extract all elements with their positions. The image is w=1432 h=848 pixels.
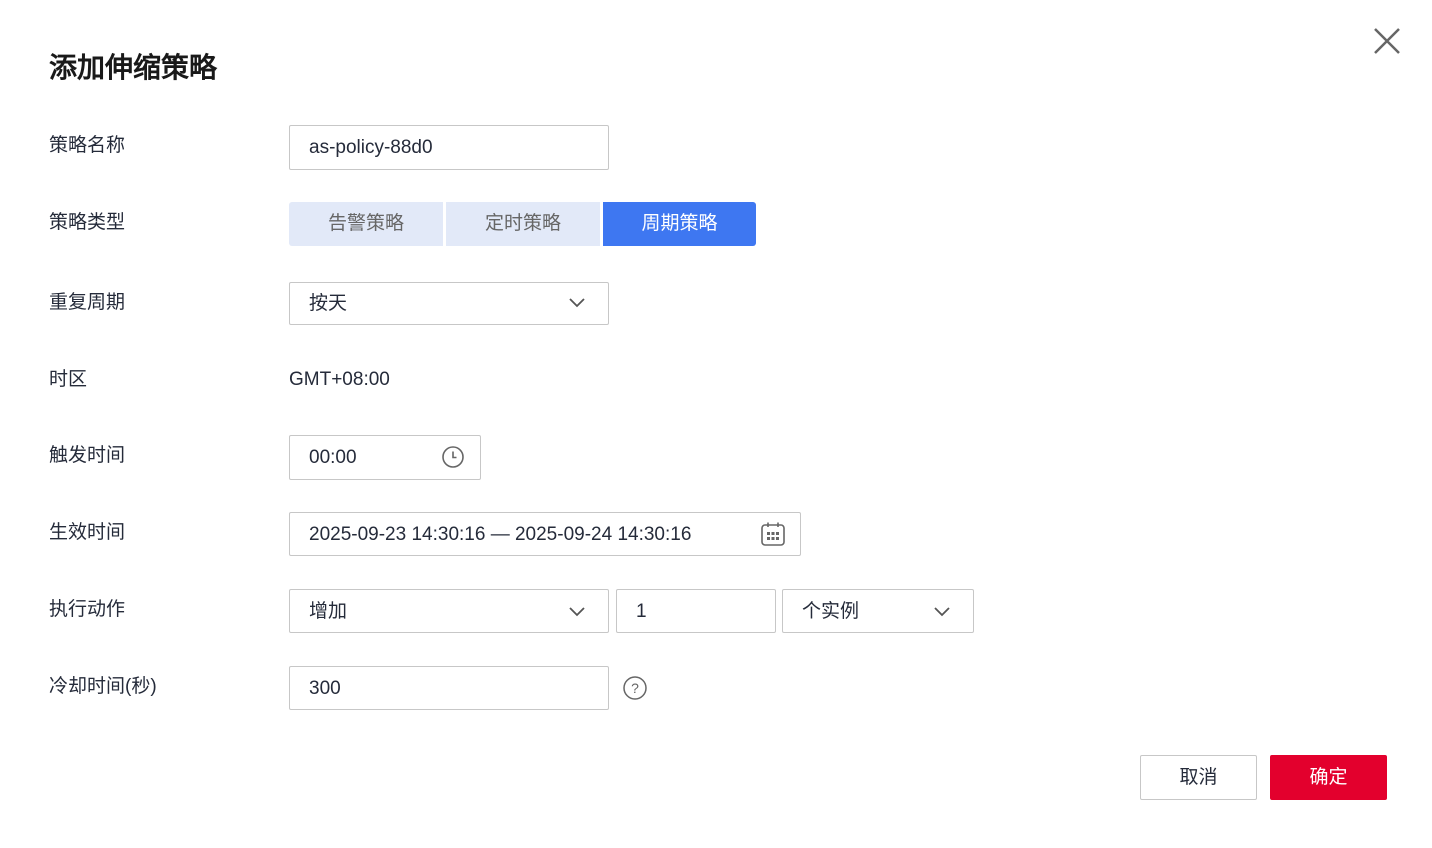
tab-alarm-policy[interactable]: 告警策略 [289, 202, 443, 246]
repeat-label: 重复周期 [49, 292, 126, 313]
tab-scheduled-policy[interactable]: 定时策略 [446, 202, 600, 246]
help-question-icon[interactable]: ? [622, 675, 648, 701]
clock-icon[interactable] [441, 445, 465, 469]
svg-text:?: ? [631, 680, 639, 696]
chevron-down-icon [934, 607, 950, 617]
policy-name-label: 策略名称 [49, 135, 126, 156]
cooldown-label: 冷却时间(秒) [49, 676, 157, 697]
action-unit-select[interactable]: 个实例 [782, 589, 974, 633]
trigger-time-label: 触发时间 [49, 445, 126, 466]
calendar-icon[interactable] [760, 521, 786, 547]
action-count-input[interactable]: 1 [616, 589, 776, 633]
chevron-down-icon [569, 607, 585, 617]
dialog-title: 添加伸缩策略 [49, 52, 218, 83]
policy-name-input[interactable]: as-policy-88d0 [289, 125, 609, 170]
trigger-time-input[interactable]: 00:00 [289, 435, 481, 480]
tab-periodic-policy[interactable]: 周期策略 [603, 202, 756, 246]
effective-time-value: 2025-09-23 14:30:16 — 2025-09-24 14:30:1… [309, 524, 692, 545]
confirm-button[interactable]: 确定 [1270, 755, 1387, 800]
policy-type-label: 策略类型 [49, 212, 126, 233]
cancel-button[interactable]: 取消 [1140, 755, 1257, 800]
repeat-select[interactable]: 按天 [289, 282, 609, 325]
timezone-value: GMT+08:00 [289, 369, 390, 390]
action-operation-select[interactable]: 增加 [289, 589, 609, 633]
timezone-label: 时区 [49, 369, 88, 390]
chevron-down-icon [569, 298, 585, 308]
action-unit-value: 个实例 [802, 601, 860, 622]
action-label: 执行动作 [49, 599, 126, 620]
close-icon[interactable] [1372, 26, 1402, 56]
trigger-time-value: 00:00 [309, 447, 357, 468]
effective-time-label: 生效时间 [49, 522, 126, 543]
repeat-value: 按天 [309, 293, 348, 314]
action-operation-value: 增加 [309, 601, 348, 622]
effective-time-range-input[interactable]: 2025-09-23 14:30:16 — 2025-09-24 14:30:1… [289, 512, 801, 556]
cooldown-input[interactable]: 300 [289, 666, 609, 710]
